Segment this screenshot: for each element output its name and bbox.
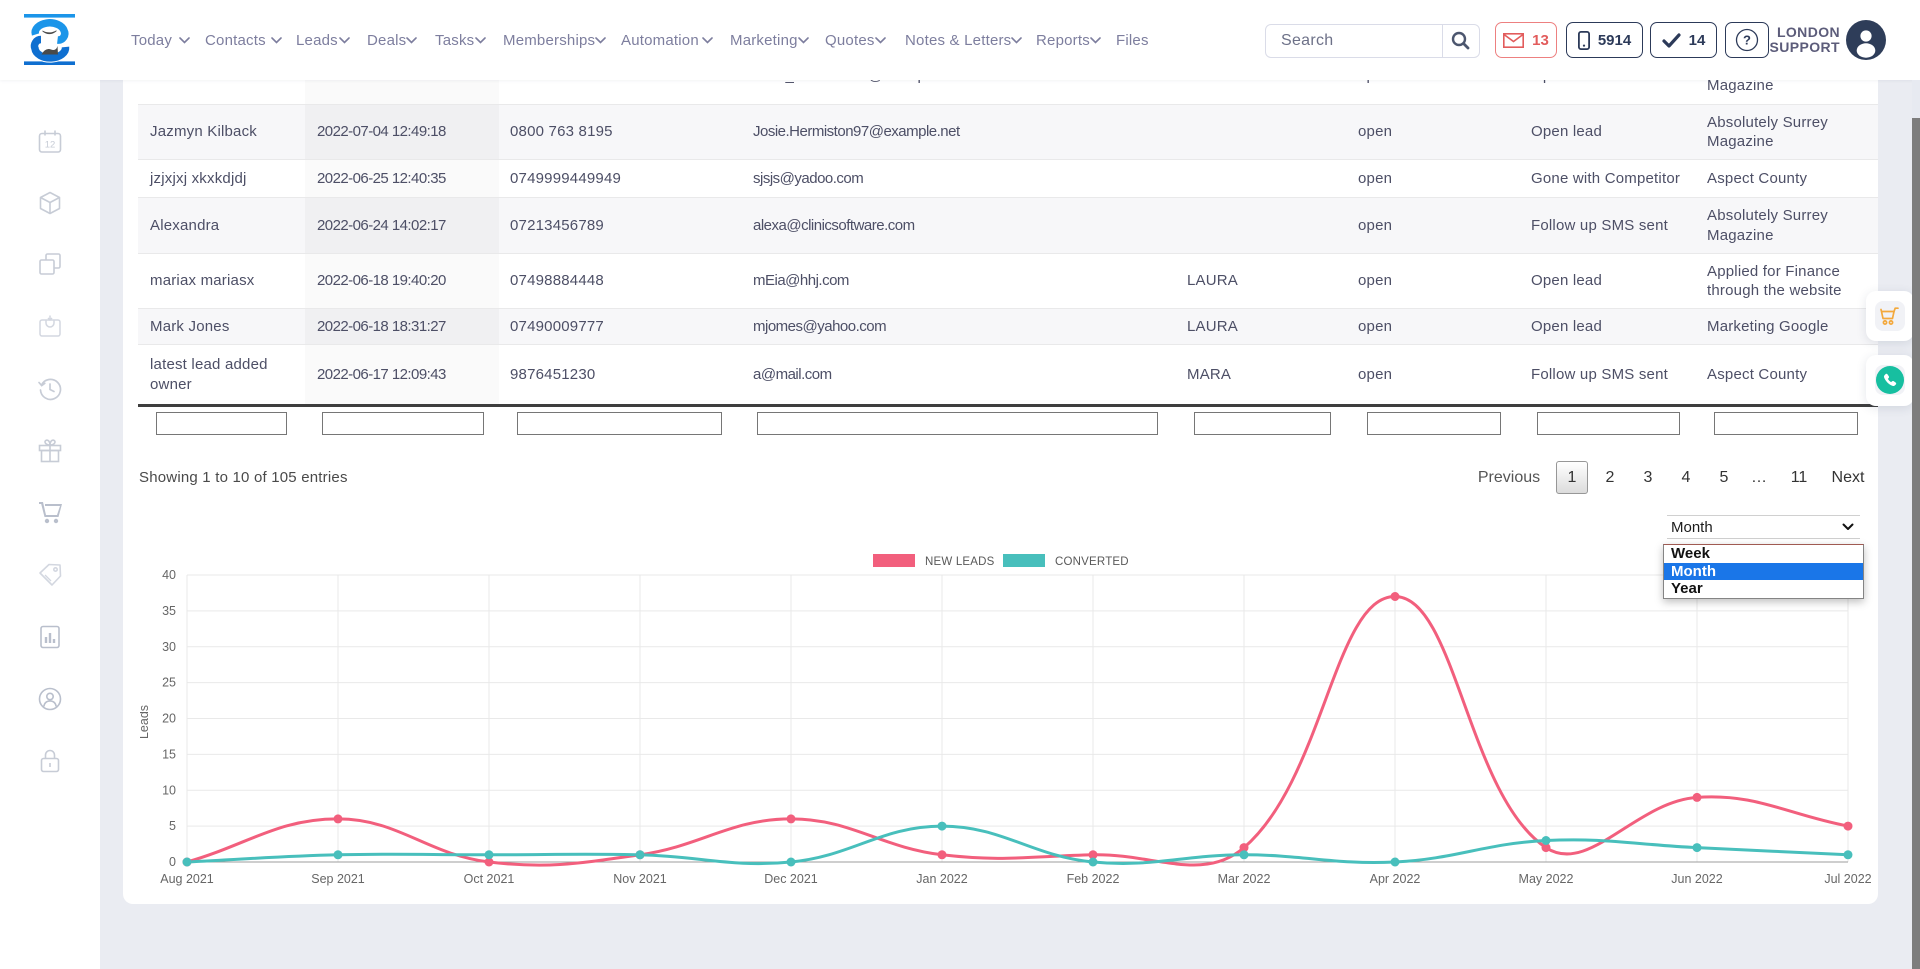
svg-text:Mar 2022: Mar 2022: [1218, 872, 1271, 886]
svg-text:Dec 2021: Dec 2021: [764, 872, 818, 886]
svg-text:NEW LEADS: NEW LEADS: [925, 556, 995, 568]
svg-text:CONVERTED: CONVERTED: [1055, 556, 1129, 568]
svg-text:10: 10: [162, 783, 176, 797]
svg-text:Sep 2021: Sep 2021: [311, 872, 365, 886]
svg-text:Feb 2022: Feb 2022: [1067, 872, 1120, 886]
svg-text:15: 15: [162, 747, 176, 761]
svg-text:20: 20: [162, 712, 176, 726]
svg-text:Jan 2022: Jan 2022: [916, 872, 967, 886]
svg-text:May 2022: May 2022: [1519, 872, 1574, 886]
svg-text:30: 30: [162, 640, 176, 654]
svg-text:12: 12: [45, 140, 56, 151]
svg-text:25: 25: [162, 676, 176, 690]
svg-text:?: ?: [1743, 33, 1751, 48]
svg-text:Aug 2021: Aug 2021: [160, 872, 214, 886]
svg-text:Leads: Leads: [140, 705, 151, 739]
svg-text:40: 40: [162, 568, 176, 582]
svg-text:Apr 2022: Apr 2022: [1370, 872, 1421, 886]
svg-text:Jun 2022: Jun 2022: [1671, 872, 1722, 886]
svg-text:Oct 2021: Oct 2021: [464, 872, 515, 886]
svg-text:Jul 2022: Jul 2022: [1824, 872, 1871, 886]
svg-text:5: 5: [169, 819, 176, 833]
svg-text:Nov 2021: Nov 2021: [613, 872, 667, 886]
svg-text:35: 35: [162, 604, 176, 618]
svg-text:0: 0: [169, 855, 176, 869]
